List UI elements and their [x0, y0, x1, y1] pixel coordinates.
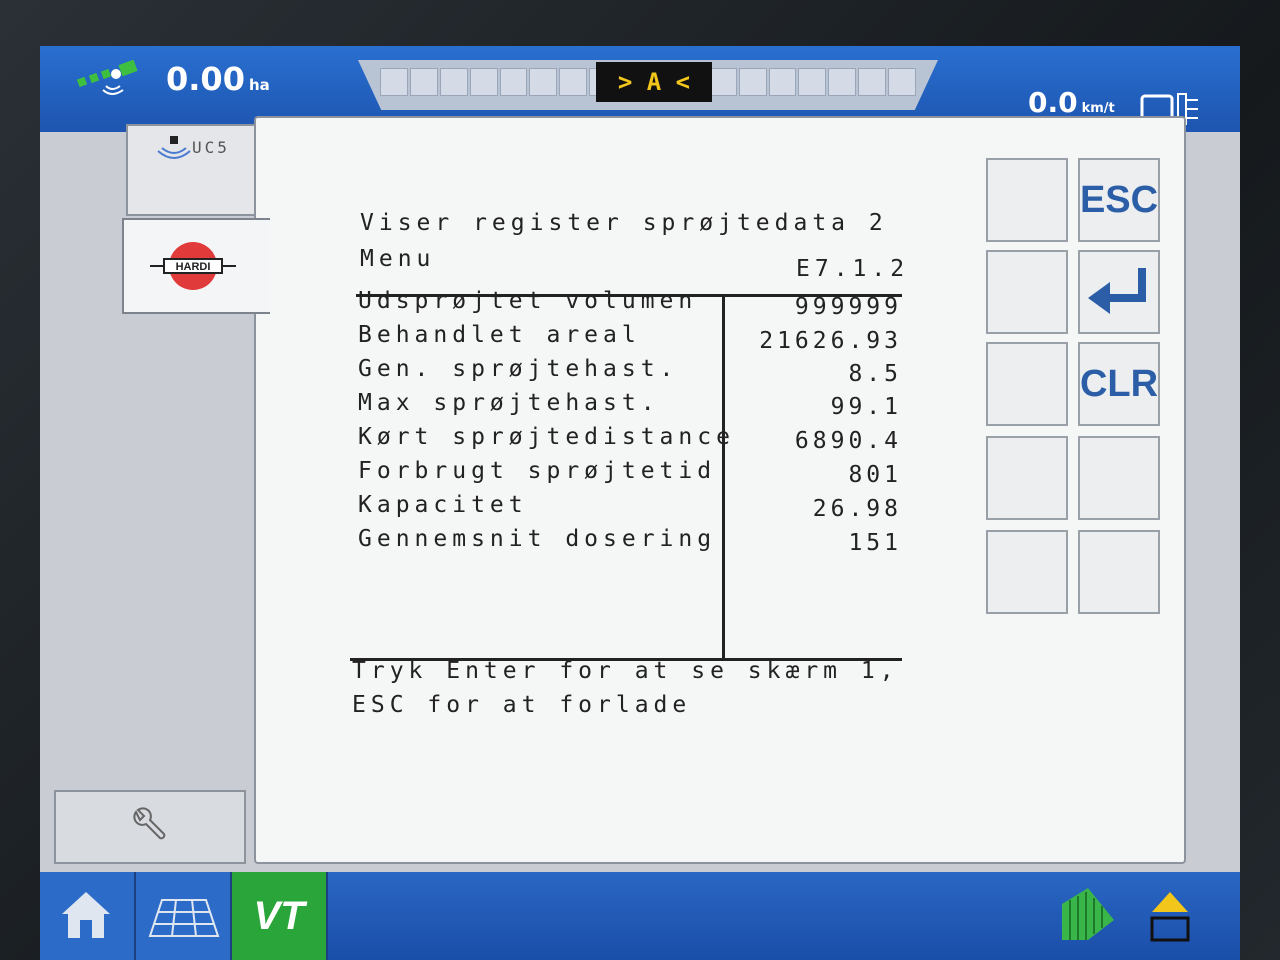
lightbar-indicator: > A <	[596, 62, 712, 102]
softkey-empty[interactable]	[1078, 436, 1160, 520]
row-value: 26.98	[812, 496, 902, 522]
footer-instruction-1: Tryk Enter for at se skærm 1,	[352, 658, 899, 684]
softkey-empty[interactable]	[986, 530, 1068, 614]
lightbar-segment	[768, 68, 797, 96]
softkey-empty[interactable]	[986, 250, 1068, 334]
clr-label: CLR	[1079, 362, 1159, 405]
boom-sensor-icon	[157, 136, 191, 159]
display-screen: 0.00 ha > A < 0.0 km/t UC5 HARDI Viser r…	[40, 46, 1240, 960]
grid-map-icon	[148, 899, 220, 937]
row-value: 6890.4	[794, 428, 902, 454]
clr-button[interactable]: CLR	[1078, 342, 1160, 426]
lightbar-segment	[439, 68, 468, 96]
eject-icon[interactable]	[1148, 890, 1192, 944]
vt-button[interactable]: VT	[232, 872, 328, 960]
lightbar-segment	[858, 68, 887, 96]
field-coverage-icon[interactable]	[1058, 884, 1118, 944]
row-label: Forbrugt sprøjtetid	[358, 458, 717, 484]
row-value: 8.5	[848, 361, 902, 387]
menu-label: Menu	[360, 246, 436, 272]
row-label: Gennemsnit dosering	[358, 526, 717, 552]
lightbar-segment	[499, 68, 528, 96]
softkey-empty[interactable]	[986, 342, 1068, 426]
row-label: Udsprøjtet volumen	[358, 288, 698, 314]
row-value: 801	[848, 462, 902, 488]
home-icon	[62, 892, 110, 938]
esc-label: ESC	[1079, 178, 1159, 221]
svg-text:HARDI: HARDI	[176, 261, 211, 273]
home-button[interactable]	[40, 872, 136, 960]
row-value: 21626.93	[759, 328, 902, 354]
enter-button[interactable]	[1078, 250, 1160, 334]
lightbar-segment	[708, 68, 737, 96]
hardi-logo-icon: HARDI	[150, 242, 236, 290]
wrench-icon	[133, 807, 166, 840]
row-label: Kørt sprøjtedistance	[358, 424, 735, 450]
row-label: Kapacitet	[358, 492, 528, 518]
softkey-empty[interactable]	[986, 436, 1068, 520]
hardi-tab[interactable]: HARDI	[122, 218, 270, 314]
lightbar-segment	[888, 68, 917, 96]
settings-button[interactable]	[54, 790, 246, 864]
lightbar-segment	[828, 68, 857, 96]
uc5-tab[interactable]: UC5	[126, 124, 272, 216]
lightbar-segment	[380, 68, 408, 96]
row-value: 151	[848, 530, 902, 556]
lightbar-segment	[738, 68, 767, 96]
uc5-label: UC5	[192, 138, 230, 157]
lightbar-segment	[798, 68, 827, 96]
footer-instruction-2: ESC for at forlade	[352, 692, 692, 718]
row-value: 999999	[794, 294, 902, 320]
row-label: Gen. sprøjtehast.	[358, 356, 679, 382]
row-label: Max sprøjtehast.	[358, 390, 660, 416]
page-title: Viser register sprøjtedata 2	[360, 210, 888, 236]
softkey-empty[interactable]	[1078, 530, 1160, 614]
lightbar-segment	[529, 68, 558, 96]
row-label: Behandlet areal	[358, 322, 641, 348]
lightbar-segment	[409, 68, 438, 96]
lightbar-segment	[559, 68, 588, 96]
softkey-empty[interactable]	[986, 158, 1068, 242]
table-column-divider	[722, 294, 725, 658]
speed-unit: km/t	[1081, 101, 1115, 116]
gps-satellite-icon	[76, 60, 138, 95]
area-readout: 0.00 ha	[166, 60, 270, 98]
lightbar-segment	[469, 68, 498, 96]
menu-code: E7.1.2	[796, 256, 910, 282]
area-unit: ha	[248, 76, 270, 94]
field-map-button[interactable]	[136, 872, 232, 960]
speed-readout: 0.0 km/t	[1028, 86, 1115, 119]
bottom-nav-bar: VT	[40, 872, 1240, 960]
vt-label: VT	[253, 893, 305, 938]
lightbar: > A <	[358, 60, 938, 110]
area-value: 0.00	[166, 60, 245, 98]
speed-value: 0.0	[1028, 86, 1078, 119]
row-value: 99.1	[830, 394, 902, 420]
esc-button[interactable]: ESC	[1078, 158, 1160, 242]
enter-arrow-icon	[1088, 268, 1146, 314]
